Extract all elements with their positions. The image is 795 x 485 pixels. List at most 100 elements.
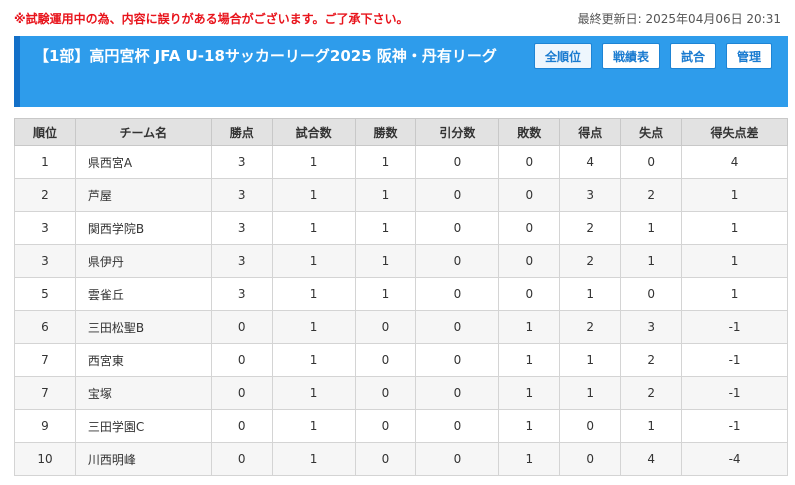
- cell-goals-for: 0: [559, 409, 622, 443]
- cell-team-name[interactable]: 川西明峰: [74, 442, 212, 476]
- cell-points: 0: [210, 376, 273, 410]
- cell-played: 1: [271, 376, 356, 410]
- cell-draws: 0: [415, 442, 500, 476]
- cell-wins: 1: [354, 178, 417, 212]
- cell-rank: 7: [14, 376, 76, 410]
- cell-goals-against: 3: [620, 310, 683, 344]
- col-draws[interactable]: 引分数: [415, 118, 500, 146]
- col-team-name[interactable]: チーム名: [74, 118, 212, 146]
- table-row: 7 宝塚 0 1 0 0 1 1 2 -1: [14, 376, 788, 410]
- cell-draws: 0: [415, 310, 500, 344]
- nav-results-table-button[interactable]: 戦績表: [601, 43, 660, 69]
- cell-goal-difference: -1: [681, 310, 788, 344]
- cell-played: 1: [271, 145, 356, 179]
- cell-goal-difference: -4: [681, 442, 788, 476]
- cell-goal-difference: -1: [681, 376, 788, 410]
- cell-losses: 1: [498, 343, 561, 377]
- cell-team-name[interactable]: 県西宮A: [74, 145, 212, 179]
- cell-losses: 0: [498, 277, 561, 311]
- cell-goals-for: 2: [559, 310, 622, 344]
- cell-rank: 3: [14, 211, 76, 245]
- cell-rank: 6: [14, 310, 76, 344]
- table-row: 5 雲雀丘 3 1 1 0 0 1 0 1: [14, 277, 788, 311]
- cell-goals-for: 1: [559, 343, 622, 377]
- cell-draws: 0: [415, 178, 500, 212]
- col-played[interactable]: 試合数: [271, 118, 356, 146]
- cell-goals-against: 2: [620, 178, 683, 212]
- cell-played: 1: [271, 409, 356, 443]
- cell-points: 3: [210, 178, 273, 212]
- cell-points: 0: [210, 310, 273, 344]
- cell-played: 1: [271, 343, 356, 377]
- cell-losses: 0: [498, 178, 561, 212]
- table-row: 10 川西明峰 0 1 0 0 1 0 4 -4: [14, 442, 788, 476]
- cell-losses: 0: [498, 244, 561, 278]
- cell-team-name[interactable]: 県伊丹: [74, 244, 212, 278]
- cell-rank: 5: [14, 277, 76, 311]
- cell-losses: 1: [498, 310, 561, 344]
- cell-points: 3: [210, 211, 273, 245]
- cell-goal-difference: 1: [681, 211, 788, 245]
- cell-team-name[interactable]: 関西学院B: [74, 211, 212, 245]
- cell-wins: 1: [354, 211, 417, 245]
- cell-team-name[interactable]: 三田松聖B: [74, 310, 212, 344]
- cell-draws: 0: [415, 409, 500, 443]
- cell-goals-for: 1: [559, 277, 622, 311]
- cell-played: 1: [271, 244, 356, 278]
- cell-wins: 1: [354, 145, 417, 179]
- cell-rank: 1: [14, 145, 76, 179]
- cell-losses: 1: [498, 409, 561, 443]
- cell-team-name[interactable]: 芦屋: [74, 178, 212, 212]
- cell-losses: 1: [498, 442, 561, 476]
- cell-points: 0: [210, 442, 273, 476]
- cell-played: 1: [271, 310, 356, 344]
- cell-goals-against: 1: [620, 409, 683, 443]
- cell-goals-for: 0: [559, 442, 622, 476]
- cell-team-name[interactable]: 雲雀丘: [74, 277, 212, 311]
- cell-draws: 0: [415, 211, 500, 245]
- cell-wins: 0: [354, 442, 417, 476]
- cell-rank: 7: [14, 343, 76, 377]
- col-points[interactable]: 勝点: [210, 118, 273, 146]
- cell-goals-for: 2: [559, 244, 622, 278]
- col-goals-for[interactable]: 得点: [559, 118, 622, 146]
- cell-losses: 0: [498, 211, 561, 245]
- col-rank[interactable]: 順位: [14, 118, 76, 146]
- col-goal-difference[interactable]: 得失点差: [681, 118, 788, 146]
- nav-admin-button[interactable]: 管理: [725, 43, 772, 69]
- cell-rank: 10: [14, 442, 76, 476]
- cell-team-name[interactable]: 西宮東: [74, 343, 212, 377]
- league-header: 【1部】高円宮杯 JFA U-18サッカーリーグ2025 阪神・丹有リーグ 全順…: [14, 36, 788, 107]
- cell-points: 0: [210, 409, 273, 443]
- col-losses[interactable]: 敗数: [498, 118, 561, 146]
- col-goals-against[interactable]: 失点: [620, 118, 683, 146]
- nav-matches-button[interactable]: 試合: [669, 43, 716, 69]
- cell-wins: 0: [354, 310, 417, 344]
- col-wins[interactable]: 勝数: [354, 118, 417, 146]
- cell-goals-against: 1: [620, 211, 683, 245]
- cell-goals-for: 2: [559, 211, 622, 245]
- cell-goals-against: 4: [620, 442, 683, 476]
- standings-table: 順位 チーム名 勝点 試合数 勝数 引分数 敗数 得点 失点 得失点差 1 県西宮…: [14, 118, 788, 476]
- cell-points: 0: [210, 343, 273, 377]
- cell-team-name[interactable]: 三田学園C: [74, 409, 212, 443]
- cell-team-name[interactable]: 宝塚: [74, 376, 212, 410]
- cell-draws: 0: [415, 343, 500, 377]
- cell-goals-against: 1: [620, 244, 683, 278]
- cell-goals-for: 4: [559, 145, 622, 179]
- cell-goals-for: 3: [559, 178, 622, 212]
- cell-draws: 0: [415, 244, 500, 278]
- last-updated: 最終更新日: 2025年04月06日 20:31: [577, 12, 781, 26]
- cell-played: 1: [271, 178, 356, 212]
- cell-draws: 0: [415, 277, 500, 311]
- top-info-bar: ※試験運用中の為、内容に誤りがある場合がございます。ご了承下さい。 最終更新日:…: [0, 0, 795, 34]
- nav-all-standings-button[interactable]: 全順位: [533, 43, 592, 69]
- cell-rank: 3: [14, 244, 76, 278]
- cell-draws: 0: [415, 376, 500, 410]
- table-row: 1 県西宮A 3 1 1 0 0 4 0 4: [14, 145, 788, 179]
- cell-goal-difference: 1: [681, 178, 788, 212]
- table-row: 3 県伊丹 3 1 1 0 0 2 1 1: [14, 244, 788, 278]
- table-row: 3 関西学院B 3 1 1 0 0 2 1 1: [14, 211, 788, 245]
- cell-losses: 1: [498, 376, 561, 410]
- cell-points: 3: [210, 145, 273, 179]
